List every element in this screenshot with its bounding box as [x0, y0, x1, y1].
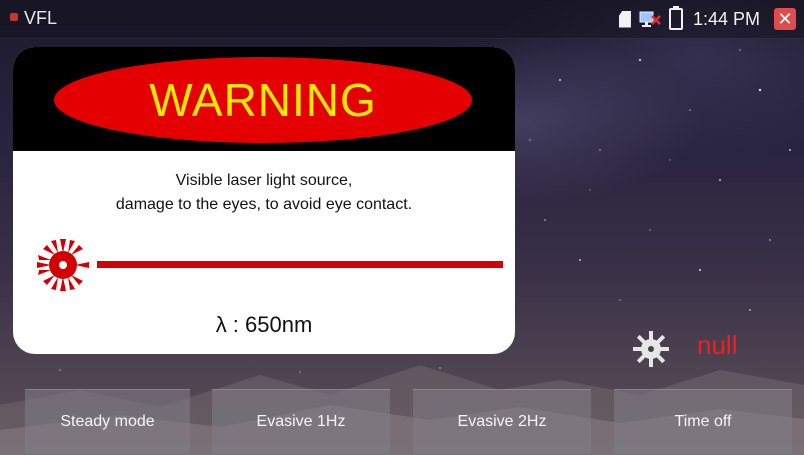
time-off-button[interactable]: Time off [614, 389, 792, 454]
evasive-1hz-button[interactable]: Evasive 1Hz [212, 389, 390, 454]
laser-status: null [697, 330, 738, 360]
close-icon: ✕ [777, 8, 793, 29]
steady-mode-button[interactable]: Steady mode [25, 389, 190, 454]
close-button[interactable]: ✕ [774, 8, 796, 30]
battery-icon [668, 6, 683, 30]
laser-burst-icon [37, 239, 89, 291]
warning-banner: WARNING [54, 57, 472, 143]
warning-header: WARNING [13, 47, 515, 151]
laser-beam [97, 261, 503, 268]
wavelength-label: λ : 650nm [215, 312, 313, 337]
status-area: 1:44 PM ✕ [618, 6, 796, 32]
warning-card: WARNING Visible laser light source, dama… [13, 47, 515, 354]
warning-line-2: damage to the eyes, to avoid eye contact… [115, 196, 413, 213]
gear-icon [633, 331, 669, 367]
network-icon [639, 11, 661, 27]
warning-description: Visible laser light source, damage to th… [13, 169, 515, 217]
evasive-2hz-button[interactable]: Evasive 2Hz [413, 389, 591, 454]
app-title: VFL [24, 8, 58, 28]
app-icon [10, 13, 18, 21]
warning-line-1: Visible laser light source, [175, 172, 353, 189]
status-bar: VFL 1:44 PM ✕ [0, 0, 804, 39]
sd-card-icon [618, 10, 631, 28]
clock: 1:44 PM [692, 8, 760, 29]
warning-heading: WARNING [149, 74, 377, 126]
